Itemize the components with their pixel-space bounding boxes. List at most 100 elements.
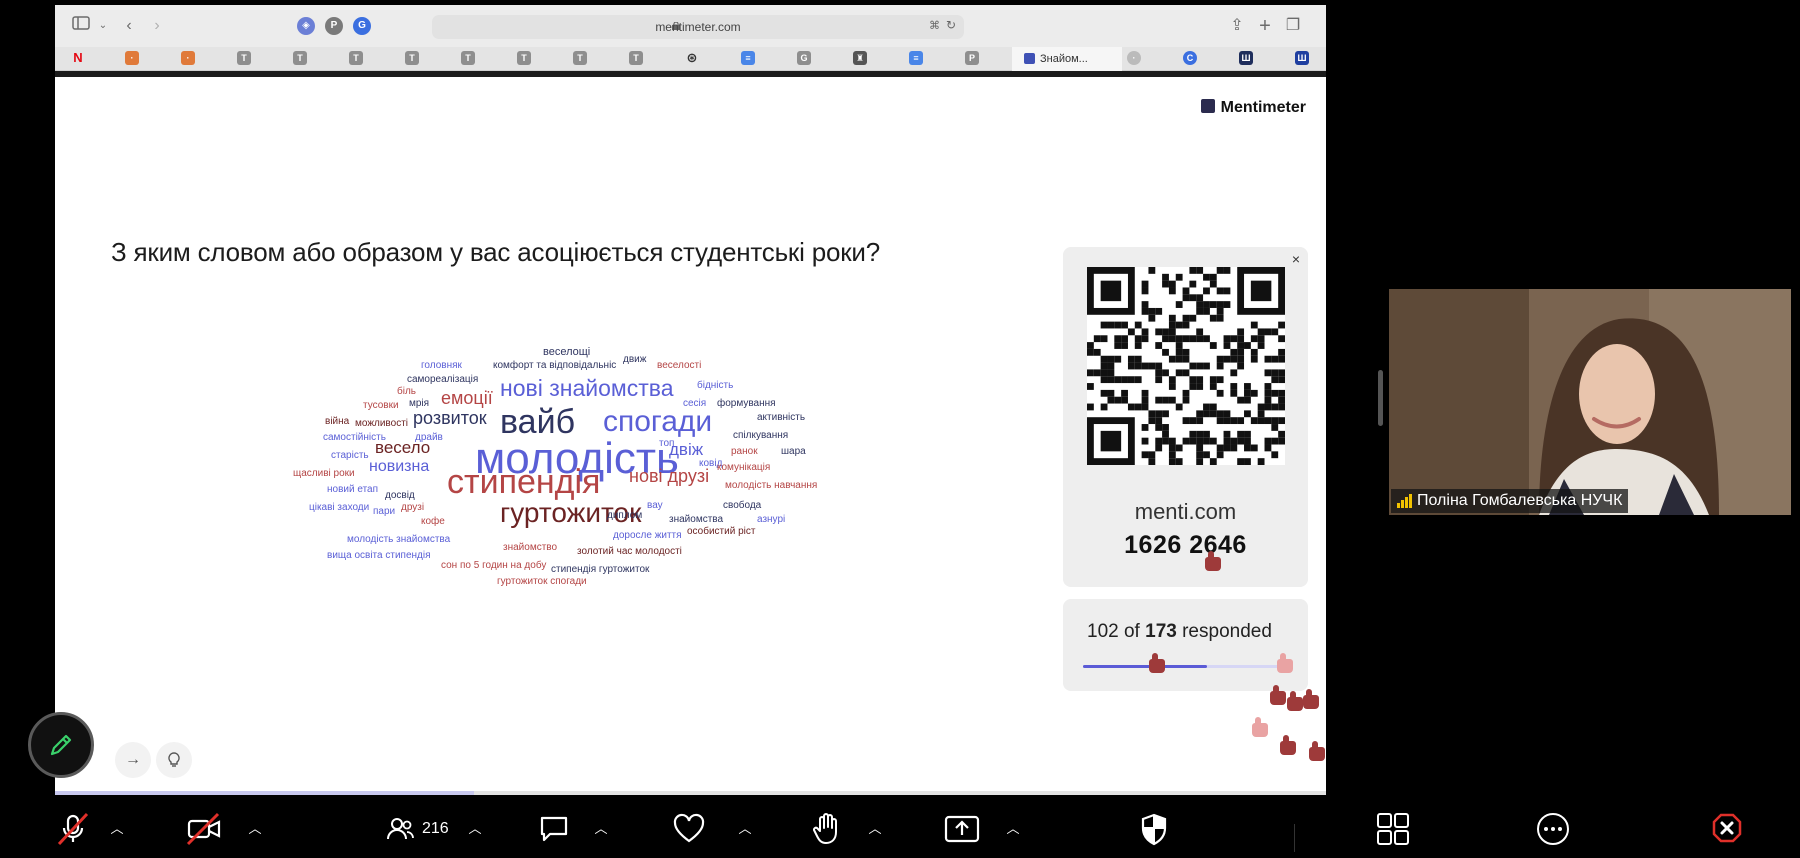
raise-hand-icon[interactable] [812,812,842,846]
back-icon[interactable]: ‹ [117,14,141,38]
word-cloud-word: гуртожиток спогади [497,576,587,587]
word-cloud: молодість стипендія вайб спогади нові знайом… [255,347,895,617]
word-cloud-word: сесія [683,398,707,409]
word-cloud-word: молодість навчання [725,480,818,491]
word-cloud-word: можливості [355,418,408,429]
chevron-up-icon[interactable]: ︿ [736,814,754,844]
word-cloud-word: диплом [607,510,643,521]
chevron-up-icon[interactable]: ︿ [246,814,264,844]
word-cloud-word: молодість знайомства [347,534,451,545]
sidebar-toggle-icon[interactable] [69,14,93,38]
bookmark-circle[interactable]: · [1127,51,1141,65]
bookmark-t-7[interactable]: T [573,51,587,65]
share-icon[interactable]: ⇪ [1225,14,1249,38]
apps-grid-icon[interactable] [1376,812,1410,846]
participants-count[interactable]: 216 [422,812,449,846]
tab-active[interactable]: Знайом... [1012,47,1122,71]
reload-icon[interactable]: ↻ [946,18,956,32]
share-screen-icon[interactable] [944,812,980,846]
chevron-up-icon[interactable]: ︿ [866,814,884,844]
bookmark-t-5[interactable]: T [461,51,475,65]
bookmark-t-3[interactable]: T [349,51,363,65]
reaction-thumb-icon [1270,685,1286,705]
more-options-icon[interactable] [1536,812,1570,846]
next-slide-arrow-icon[interactable]: → [115,742,151,778]
pinterest-icon[interactable]: P [325,17,343,35]
bookmark-t-8[interactable]: T [629,51,643,65]
toolbar-separator [1294,824,1295,852]
slide-question: З яким словом або образом у вас асоціюєт… [111,237,880,267]
word-cloud-word: ранок [731,446,758,457]
panel-resize-handle[interactable] [1378,370,1383,426]
video-off-icon[interactable] [186,812,222,846]
qr-code [1087,267,1285,465]
word-cloud-word: самостійність [323,432,386,443]
browser-window: ⌄ ‹ › ◈ P G mentimeter.com ⌘ ↻ ⇪ + ❐ N ·… [55,5,1326,795]
close-icon[interactable]: × [1292,251,1300,267]
word-cloud-word: досвід [385,490,415,501]
bookmark-openai-icon[interactable]: ⊛ [685,51,699,65]
bookmark-orange-1[interactable]: · [125,51,139,65]
reactions-heart-icon[interactable] [672,812,706,846]
bookmark-t-4[interactable]: T [405,51,419,65]
participant-name: Поліна Гомбалевська НУЧК [1417,492,1623,509]
tab-overview-icon[interactable]: ❐ [1281,14,1305,38]
google-icon[interactable]: G [353,17,371,35]
meeting-toolbar: ︿ ︿ 216 ︿ ︿ ︿ ︿ ︿ [0,800,1800,858]
word-cloud-word: стипендія гуртожиток [551,564,650,575]
word-cloud-word: друзі [401,502,425,513]
bookmark-trident-2[interactable]: Ш [1295,51,1309,65]
leave-meeting-icon[interactable] [1712,813,1742,843]
word-cloud-word: знайомства [669,514,724,525]
bookmark-trident-1[interactable]: Ш [1239,51,1253,65]
bookmark-p[interactable]: P [965,51,979,65]
mentimeter-logo: Mentimeter [1200,99,1306,117]
bookmark-shield[interactable]: ♜ [853,51,867,65]
address-bar[interactable]: mentimeter.com ⌘ ↻ [432,15,964,39]
reaction-thumb-icon [1252,717,1268,737]
translate-icon[interactable]: ⌘ [929,19,940,32]
responses-text: 102 of 173 responded [1087,621,1272,643]
reaction-thumb-icon [1205,551,1221,571]
slide-progress [55,791,1326,795]
microphone-muted-icon[interactable] [57,812,89,846]
chevron-up-icon[interactable]: ︿ [1004,814,1022,844]
extension-shield-icon[interactable]: ◈ [297,17,315,35]
word-cloud-word: доросле життя [613,530,682,541]
bookmark-orange-2[interactable]: · [181,51,195,65]
word-cloud-word: вайб [500,403,576,441]
bookmark-c[interactable]: C [1183,51,1197,65]
slide-progress-fill [55,791,475,795]
word-cloud-word: нові друзі [629,466,710,486]
new-tab-icon[interactable]: + [1253,14,1277,38]
annotate-pen-button[interactable] [28,712,94,778]
reaction-thumb-icon [1287,691,1303,711]
bookmark-g[interactable]: G [797,51,811,65]
bookmark-docs-2[interactable]: ≡ [909,51,923,65]
lightbulb-icon[interactable] [156,742,192,778]
word-cloud-word: спогади [603,405,713,438]
tab-active-label: Знайом... [1040,53,1088,65]
chevron-up-icon[interactable]: ︿ [466,814,484,844]
bookmark-t-6[interactable]: T [517,51,531,65]
word-cloud-word: новий етап [327,484,379,495]
word-cloud-word: движ [623,354,647,365]
word-cloud-word: спілкування [733,430,789,441]
chevron-down-icon[interactable]: ⌄ [91,14,115,38]
security-shield-icon[interactable] [1140,812,1168,846]
chevron-up-icon[interactable]: ︿ [592,814,610,844]
forward-icon[interactable]: › [145,14,169,38]
word-cloud-word: кофе [421,516,445,527]
bookmark-netflix[interactable]: N [71,51,85,65]
word-cloud-word: біль [397,386,416,397]
word-cloud-word: бідність [697,380,734,391]
address-text: mentimeter.com [655,20,741,34]
join-site: menti.com [1134,499,1237,524]
bookmark-docs-1[interactable]: ≡ [741,51,755,65]
chat-icon[interactable] [538,812,570,846]
bookmark-t-1[interactable]: T [237,51,251,65]
bookmark-t-2[interactable]: T [293,51,307,65]
word-cloud-word: мрія [409,398,430,409]
chevron-up-icon[interactable]: ︿ [108,814,126,844]
participants-icon[interactable] [385,812,415,846]
